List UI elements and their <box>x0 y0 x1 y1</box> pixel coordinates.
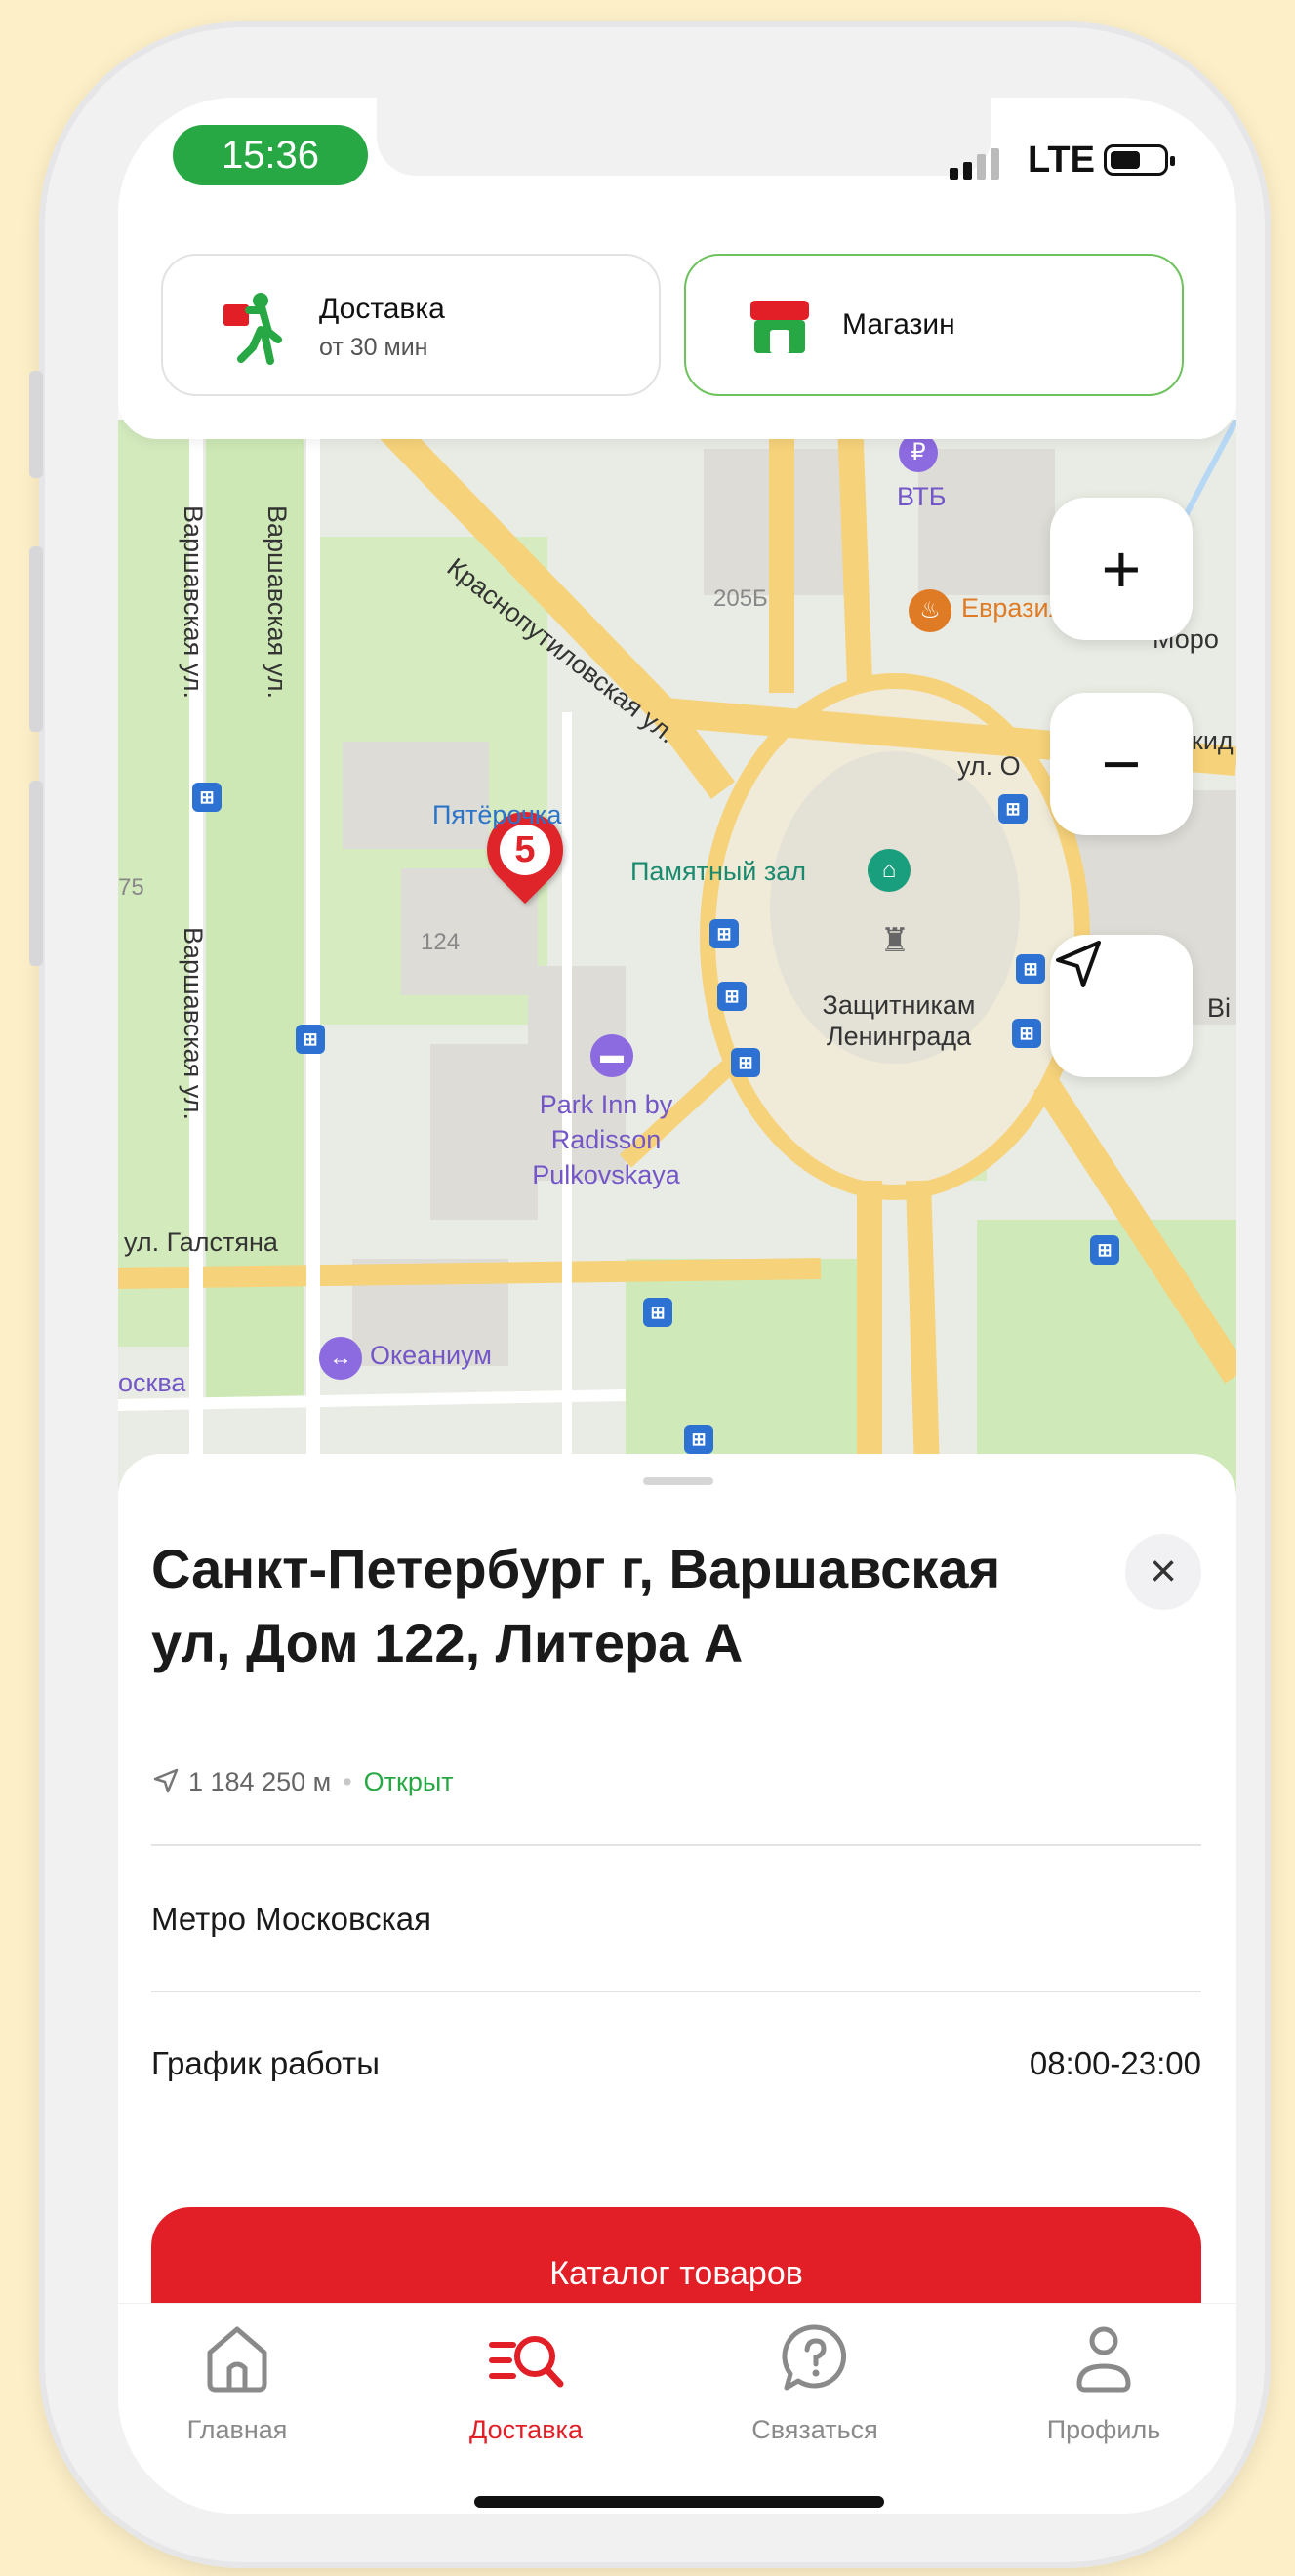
divider <box>151 1991 1201 1992</box>
street-label-varshavskaya-1: Варшавская ул. <box>179 505 208 699</box>
schedule-label: График работы <box>151 2045 380 2081</box>
nav-home[interactable]: Главная <box>140 2314 335 2445</box>
bus-stop-icon: ⊞ <box>684 1425 713 1454</box>
battery-icon <box>1104 144 1175 176</box>
place-label-pyaterochka[interactable]: Пятёрочка <box>432 800 561 830</box>
tab-store[interactable]: Магазин <box>684 254 1184 396</box>
place-label-vi-partial: Ві <box>1207 993 1232 1023</box>
monument-icon: ♜ <box>879 922 911 959</box>
store-status: Открыт <box>363 1767 454 1796</box>
zoom-in-button[interactable]: + <box>1050 498 1193 640</box>
schedule-value: 08:00-23:00 <box>1029 2045 1201 2081</box>
place-label-memorial-hall: Памятный зал <box>630 857 807 886</box>
mute-switch <box>29 371 43 478</box>
volume-up-button <box>29 546 43 732</box>
close-button[interactable]: × <box>1125 1534 1201 1610</box>
nav-contact[interactable]: Связаться <box>717 2314 912 2445</box>
place-label-monument: Защитникам Ленинграда <box>822 990 976 1051</box>
delivery-tab-subtitle: от 30 мин <box>319 334 428 361</box>
home-indicator <box>474 2496 884 2508</box>
street-label-ul-o: ул. О <box>957 751 1021 781</box>
store-address: Санкт-Петербург г, Варшавская ул, Дом 12… <box>151 1538 1001 1673</box>
zoom-out-button[interactable]: − <box>1050 693 1193 835</box>
profile-icon <box>1076 2326 1131 2393</box>
metro-station: Метро Московская <box>151 1901 432 1937</box>
status-time: 15:36 <box>173 125 368 185</box>
app-screen: 15:36 LTE Доставка от 30 мин Магазин Кра… <box>118 98 1236 2514</box>
store-tab-title: Магазин <box>842 308 955 341</box>
tab-delivery[interactable]: Доставка от 30 мин <box>161 254 661 396</box>
bus-stop-icon: ⊞ <box>1012 1019 1041 1048</box>
place-label-moscow-partial: осква <box>118 1368 186 1397</box>
map-view[interactable]: Краснопутиловская ул. Варшавская ул. Вар… <box>118 420 1236 1503</box>
street-label-varshavskaya-2: Варшавская ул. <box>263 505 292 699</box>
bank-icon: ₽ <box>899 433 938 472</box>
place-label-vtb: ВТБ <box>897 482 947 511</box>
signal-icon <box>950 148 1004 180</box>
store-distance: 1 184 250 м <box>188 1767 332 1796</box>
house-number-205b: 205Б <box>713 585 768 612</box>
nav-contact-label: Связаться <box>751 2415 878 2444</box>
place-label-kid-partial: кид <box>1192 726 1234 755</box>
close-icon: × <box>1149 1546 1178 1597</box>
restaurant-icon: ♨ <box>909 589 951 632</box>
street-label-galstyana: ул. Галстяна <box>124 1228 278 1257</box>
house-number-75: 75 <box>118 874 144 901</box>
distance-arrow-icon <box>153 1768 179 1793</box>
place-label-evrazia: Евразия <box>961 593 1064 623</box>
bus-stop-icon: ⊞ <box>296 1025 325 1054</box>
notch <box>377 98 991 176</box>
store-icon <box>750 301 809 353</box>
nav-delivery[interactable]: Доставка <box>428 2314 624 2445</box>
volume-down-button <box>29 781 43 966</box>
network-type: LTE <box>1028 140 1095 181</box>
support-chat-icon <box>782 2324 847 2391</box>
home-icon <box>207 2326 267 2393</box>
bus-stop-icon: ⊞ <box>192 783 222 812</box>
bus-stop-icon: ⊞ <box>643 1298 672 1327</box>
separator-dot: • <box>343 1767 352 1796</box>
nav-delivery-label: Доставка <box>469 2415 583 2444</box>
status-bar: 15:36 LTE <box>118 98 1236 215</box>
place-label-hotel: Park Inn by Radisson Pulkovskaya <box>532 1090 680 1189</box>
location-arrow-icon <box>1056 941 1101 987</box>
delivery-search-icon <box>489 2336 564 2388</box>
bus-stop-icon: ⊞ <box>1016 954 1045 984</box>
store-pin-glyph: 5 <box>500 825 550 875</box>
bus-stop-icon: ⊞ <box>717 982 747 1011</box>
nav-home-label: Главная <box>186 2415 288 2444</box>
hotel-icon: ▬ <box>590 1034 633 1077</box>
store-meta: 1 184 250 м • Открыт <box>151 1766 454 1797</box>
bus-stop-icon: ⊞ <box>1090 1235 1119 1265</box>
mode-tabs: Доставка от 30 мин Магазин <box>118 215 1236 439</box>
house-number-124: 124 <box>421 929 461 955</box>
street-label-varshavskaya-3: Варшавская ул. <box>179 927 208 1120</box>
sheet-grabber[interactable] <box>643 1477 713 1485</box>
nav-profile[interactable]: Профиль <box>1006 2314 1201 2445</box>
delivery-tab-title: Доставка <box>319 293 445 325</box>
aquarium-icon: ↔ <box>319 1337 362 1380</box>
divider <box>151 1844 1201 1846</box>
bus-stop-icon: ⊞ <box>709 919 739 948</box>
bus-stop-icon: ⊞ <box>731 1048 760 1077</box>
nav-profile-label: Профиль <box>1046 2415 1161 2444</box>
my-location-button[interactable] <box>1050 935 1193 1077</box>
place-label-okeanium: Океаниум <box>370 1341 492 1370</box>
bottom-tab-bar: Главная Доставка Связаться Профиль <box>118 2303 1236 2514</box>
bus-stop-icon: ⊞ <box>998 794 1028 824</box>
museum-icon: ⌂ <box>868 849 911 892</box>
courier-icon <box>223 293 282 365</box>
